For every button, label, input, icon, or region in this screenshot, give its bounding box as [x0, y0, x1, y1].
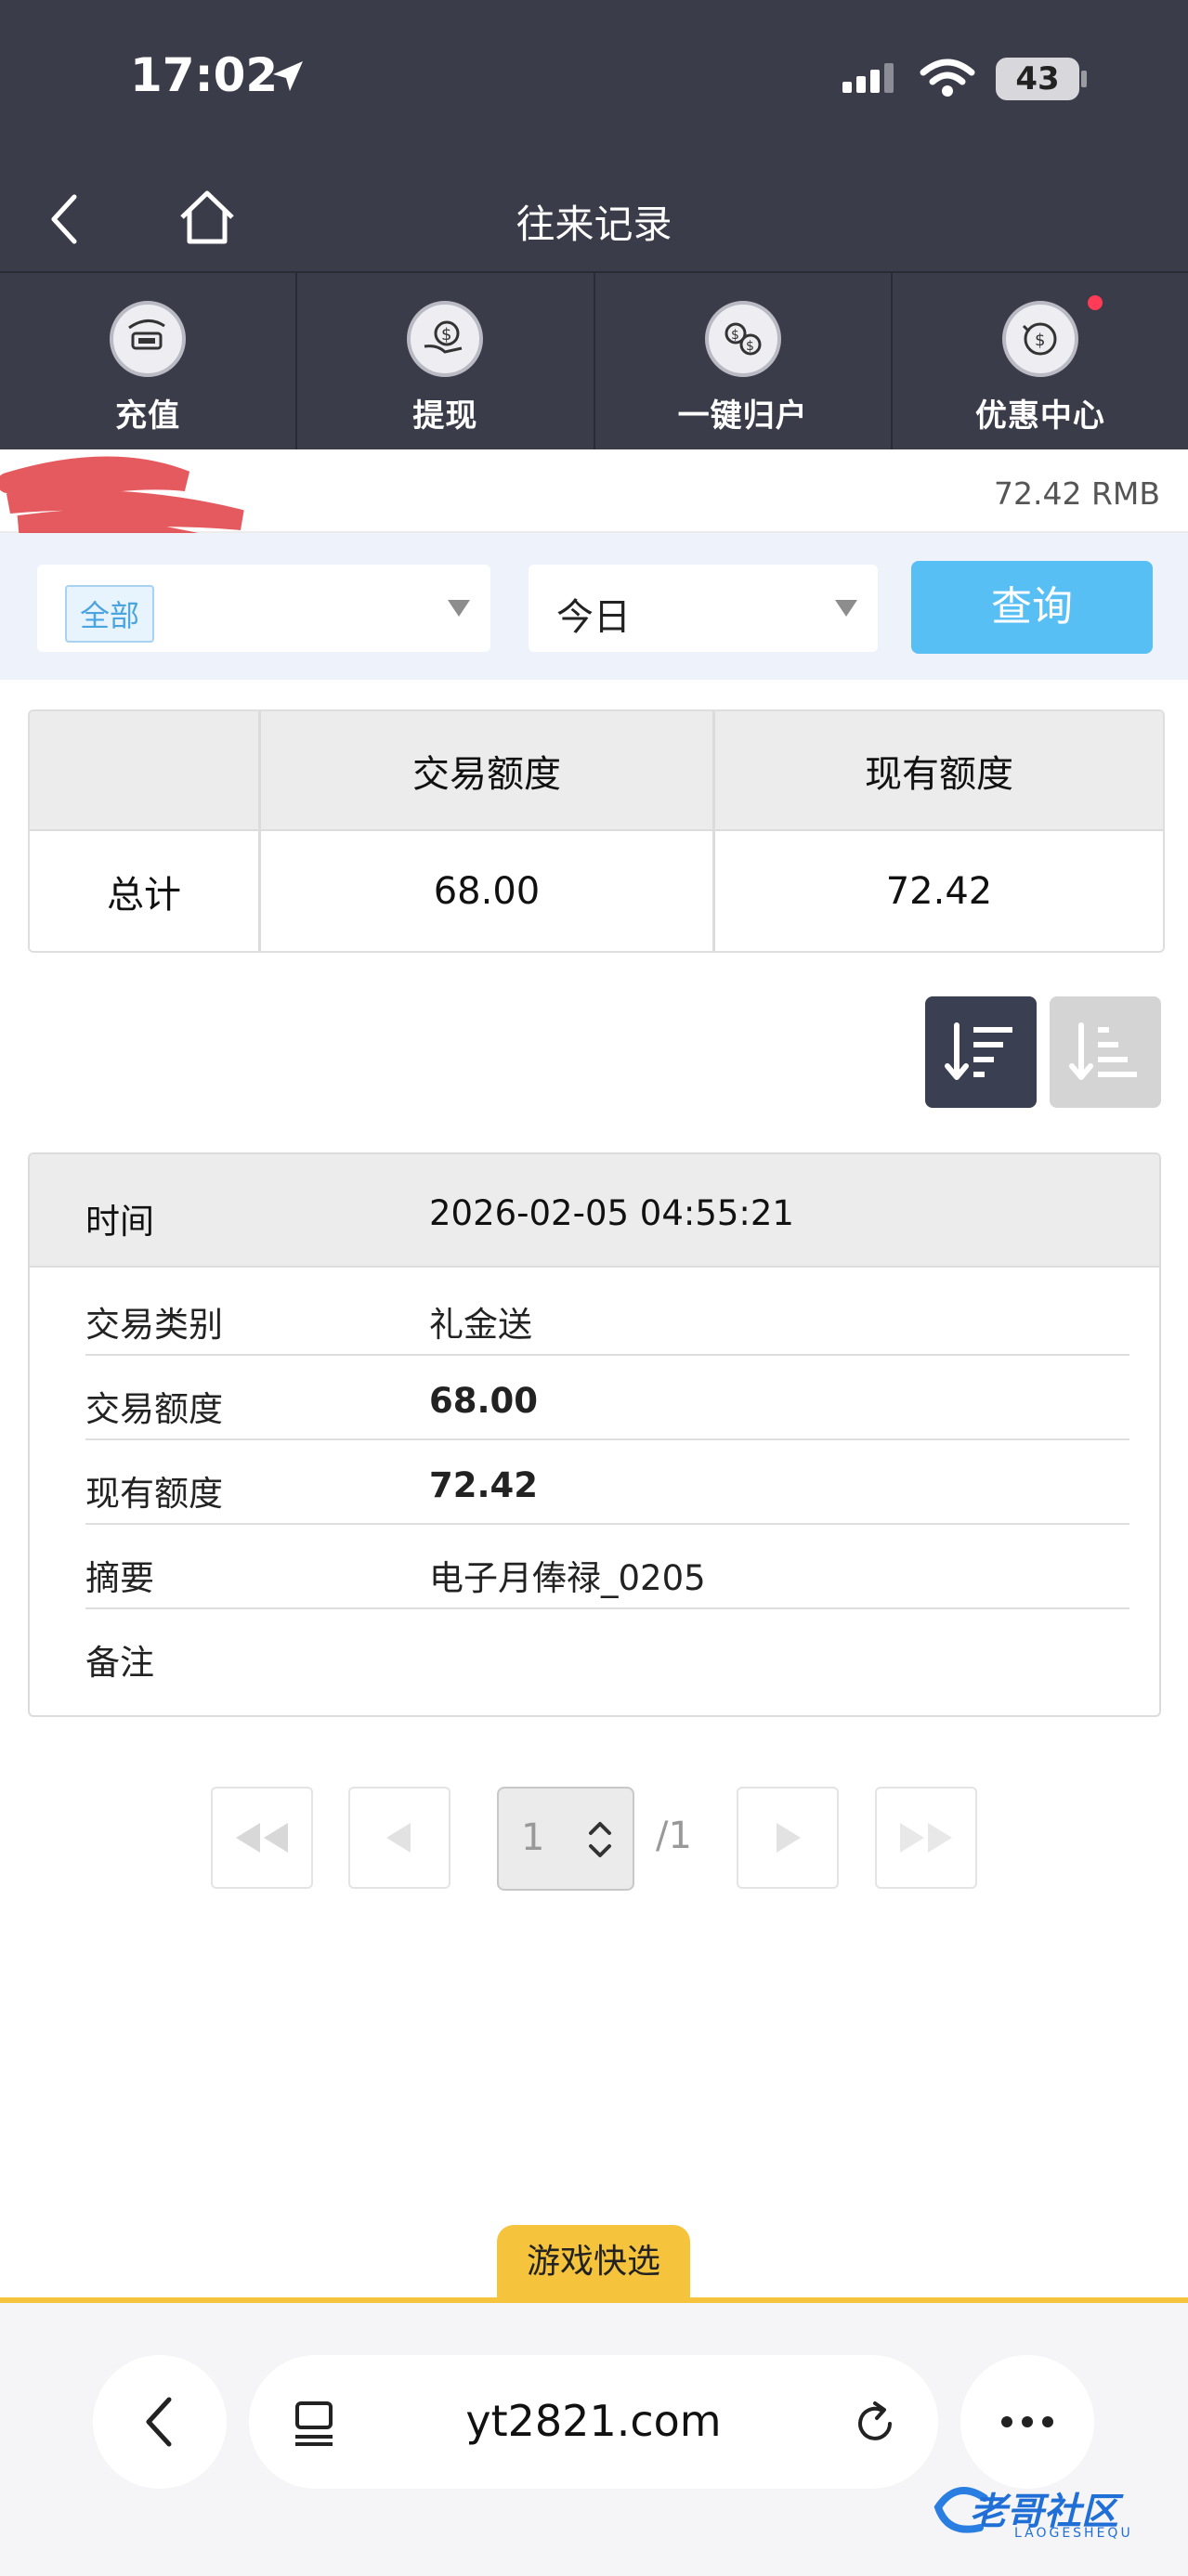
record-amount-value: 68.00	[429, 1381, 539, 1421]
watermark: 老哥社区 LAOGESHEQU	[929, 2479, 1180, 2554]
record-type-value: 礼金送	[429, 1305, 532, 1345]
double-chevron-left-icon	[236, 1823, 288, 1853]
svg-text:$: $	[1035, 331, 1045, 350]
summary-total-row: 总计 68.00 72.42	[30, 831, 1163, 951]
wifi-icon	[920, 59, 975, 97]
record-summary-row: 摘要 电子月俸禄_0205	[85, 1526, 1129, 1609]
chevron-right-icon	[777, 1823, 801, 1853]
back-icon	[146, 2397, 172, 2447]
record-type-row: 交易类别 礼金送	[85, 1272, 1129, 1356]
quick-nav: 充值 $ 提现 $ $ 一键归户 $ 优惠中心	[0, 271, 1188, 449]
quick-nav-recharge[interactable]: 充值	[0, 273, 298, 449]
record-current-value: 72.42	[429, 1465, 539, 1505]
more-icon	[1001, 2416, 1053, 2427]
type-select-value: 全部	[65, 585, 155, 643]
quick-nav-transfer[interactable]: $ $ 一键归户	[595, 273, 893, 449]
location-arrow-icon	[273, 61, 303, 91]
browser-bar: yt2821.com 老哥社区 LAOGESHEQU	[0, 2297, 1188, 2576]
sort-desc-button[interactable]	[925, 996, 1037, 1108]
reload-icon[interactable]	[849, 2398, 901, 2450]
first-page-button[interactable]	[211, 1787, 313, 1889]
summary-header-current: 现有额度	[865, 752, 1013, 796]
quick-nav-withdraw[interactable]: $ 提现	[297, 273, 595, 449]
summary-header-transaction: 交易额度	[261, 711, 715, 829]
svg-text:$: $	[731, 328, 739, 343]
sort-desc-icon	[945, 1022, 1012, 1080]
last-page-button[interactable]	[875, 1787, 977, 1889]
date-range-select[interactable]: 今日	[529, 565, 878, 652]
watermark-sub: LAOGESHEQU	[1014, 2526, 1133, 2541]
svg-text:$: $	[441, 325, 451, 345]
battery-cap	[1081, 71, 1087, 87]
record-amount-row: 交易额度 68.00	[85, 1357, 1129, 1440]
status-bar: 17:02 43	[0, 0, 1188, 167]
status-time: 17:02	[130, 48, 279, 102]
browser-url: yt2821.com	[465, 2396, 722, 2446]
prev-page-button[interactable]	[348, 1787, 450, 1889]
chevron-down-icon	[835, 600, 857, 617]
summary-transaction-value: 68.00	[261, 831, 715, 951]
app-header: 往来记录	[0, 167, 1188, 271]
record-time-label: 时间	[85, 1202, 154, 1242]
recharge-icon	[110, 301, 187, 377]
summary-header-empty	[30, 711, 261, 829]
page-total: /1	[656, 1815, 692, 1857]
summary-table: 交易额度 现有额度 总计 68.00 72.42	[28, 709, 1165, 953]
chevron-down-icon	[448, 600, 470, 617]
summary-current-value: 72.42	[885, 869, 993, 913]
game-quick-select-tab[interactable]: 游戏快选	[497, 2225, 690, 2299]
signal-icon	[842, 63, 894, 93]
browser-back-button[interactable]	[93, 2355, 227, 2489]
page-number-select[interactable]: 1	[497, 1787, 634, 1891]
type-select[interactable]: 全部	[37, 565, 490, 652]
battery-indicator: 43	[996, 58, 1079, 100]
record-note-row: 备注	[85, 1643, 154, 1683]
notification-dot	[1087, 295, 1103, 310]
next-page-button[interactable]	[737, 1787, 839, 1889]
page-title: 往来记录	[516, 202, 672, 247]
date-range-value: 今日	[556, 596, 631, 639]
svg-text:$: $	[746, 339, 754, 354]
summary-header-row: 交易额度 现有额度	[30, 711, 1163, 831]
sort-asc-icon	[1069, 1022, 1137, 1080]
balance-amount: 72.42 RMB	[993, 475, 1160, 512]
record-time-row: 时间 2026-02-05 04:55:21	[30, 1154, 1159, 1268]
record-current-row: 现有额度 72.42	[85, 1441, 1129, 1525]
browser-more-button[interactable]	[960, 2355, 1094, 2489]
stepper-icon	[589, 1822, 611, 1857]
double-chevron-right-icon	[900, 1823, 952, 1853]
quick-nav-promotion[interactable]: $ 优惠中心	[893, 273, 1188, 449]
record-time-value: 2026-02-05 04:55:21	[429, 1193, 794, 1233]
sort-asc-button[interactable]	[1050, 996, 1161, 1108]
withdraw-icon: $	[407, 301, 484, 377]
page-number-value: 1	[521, 1816, 545, 1859]
summary-total-label: 总计	[30, 831, 261, 951]
transfer-icon: $ $	[704, 301, 781, 377]
record-card: 时间 2026-02-05 04:55:21 交易类别 礼金送 交易额度 68.…	[28, 1152, 1161, 1717]
browser-address-bar[interactable]: yt2821.com	[249, 2355, 938, 2489]
query-button[interactable]: 查询	[911, 561, 1153, 654]
chevron-left-icon	[386, 1823, 411, 1853]
promotion-icon: $	[1001, 301, 1078, 377]
record-summary-value: 电子月俸禄_0205	[429, 1558, 706, 1598]
